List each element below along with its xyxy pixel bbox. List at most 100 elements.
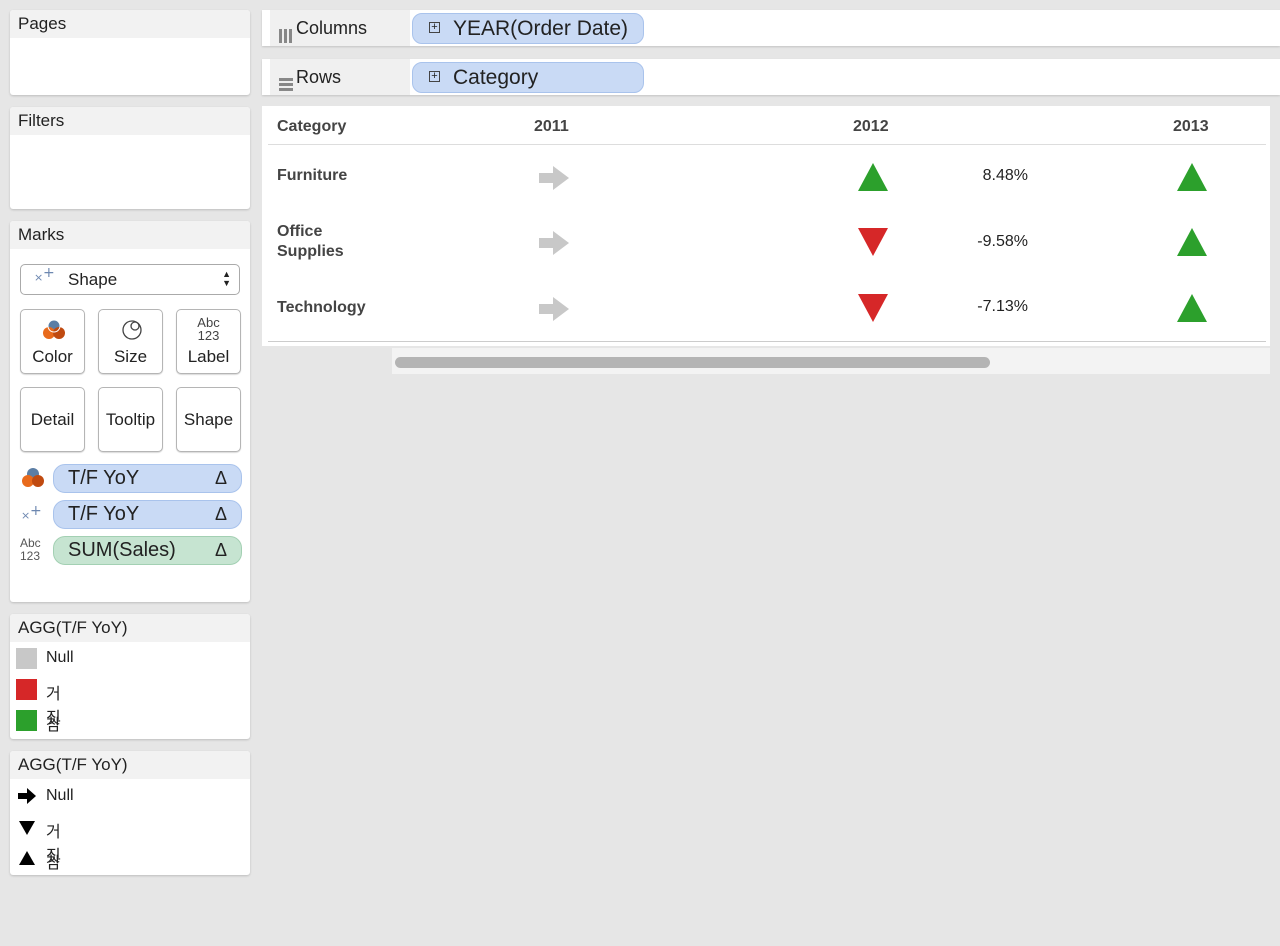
columns-icon — [278, 20, 292, 43]
label-icon-text-bottom: 123 — [197, 328, 220, 343]
pages-title: Pages — [10, 10, 250, 38]
legend-swatch-null — [16, 648, 37, 669]
horizontal-scrollbar[interactable] — [392, 348, 1270, 374]
color-legend-title: AGG(T/F YoY) — [10, 614, 250, 642]
legend-swatch-true — [16, 710, 37, 731]
pct-furniture-2012: 8.48% — [982, 167, 1028, 184]
color-icon — [41, 318, 67, 347]
label-encoding-icon: Abc 123 — [20, 537, 41, 563]
legend-swatch-false — [16, 679, 37, 700]
header-year-2012: 2012 — [853, 118, 889, 135]
header-category: Category — [277, 118, 347, 135]
rows-icon — [278, 69, 293, 91]
rows-pill-label: Category — [453, 66, 539, 89]
shape-button[interactable]: Shape — [176, 387, 241, 452]
pct-technology-2012: -7.13% — [977, 298, 1028, 315]
mark-technology-2011-arrow-right[interactable] — [538, 296, 570, 327]
detail-button-label: Detail — [30, 410, 75, 429]
mark-technology-2012-triangle-down[interactable] — [857, 293, 889, 328]
label-field-label: SUM(Sales) — [68, 539, 176, 561]
tooltip-button[interactable]: Tooltip — [98, 387, 163, 452]
detail-button[interactable]: Detail — [20, 387, 85, 452]
label-button-label: Label — [187, 347, 230, 366]
filters-card[interactable]: Filters — [10, 107, 250, 209]
row-label-furniture[interactable]: Furniture — [277, 166, 347, 186]
columns-shelf-label: Columns — [270, 10, 410, 46]
header-divider — [268, 144, 1266, 145]
legend-label: Null — [46, 787, 74, 804]
legend-label: 참 — [46, 855, 61, 872]
label-encoding-icon-bottom: 123 — [20, 549, 41, 563]
mark-furniture-2012-triangle-up[interactable] — [857, 162, 889, 197]
color-button[interactable]: Color — [20, 309, 85, 374]
row-label-line: Office — [277, 223, 323, 240]
svg-text:+: + — [30, 503, 42, 519]
rows-shelf-label: Rows — [270, 59, 410, 95]
year-order-date-pill[interactable]: + YEAR(Order Date) — [412, 13, 644, 44]
view-bottom-divider — [268, 341, 1266, 342]
svg-text:+: + — [43, 266, 55, 281]
row-label-office-supplies[interactable]: Office Supplies — [277, 222, 344, 262]
color-legend-card[interactable]: AGG(T/F YoY) Null 거짓 참 — [10, 614, 250, 739]
label-icon: Abc 123 — [177, 316, 240, 342]
svg-text:×: × — [34, 271, 43, 284]
arrow-right-icon — [16, 786, 37, 807]
row-label-technology[interactable]: Technology — [277, 298, 366, 318]
pages-card[interactable]: Pages — [10, 10, 250, 95]
mark-office-2013-triangle-up[interactable] — [1176, 227, 1208, 262]
mark-furniture-2013-triangle-up[interactable] — [1176, 162, 1208, 197]
columns-shelf-name: Columns — [296, 18, 368, 38]
mark-office-2011-arrow-right[interactable] — [538, 230, 570, 261]
triangle-down-icon — [16, 817, 37, 838]
columns-shelf[interactable]: Columns + YEAR(Order Date) — [262, 10, 1280, 46]
shape-legend-title: AGG(T/F YoY) — [10, 751, 250, 779]
shape-legend-card[interactable]: AGG(T/F YoY) Null 거짓 참 — [10, 751, 250, 875]
pct-office-2012: -9.58% — [977, 233, 1028, 250]
row-label-line: Technology — [277, 299, 366, 316]
marks-title: Marks — [10, 221, 250, 249]
color-field-pill[interactable]: T/F YoY Δ — [53, 464, 242, 493]
color-button-label: Color — [32, 347, 73, 366]
color-field-label: T/F YoY — [68, 467, 140, 489]
mark-type-label: Shape — [68, 270, 118, 289]
delta-icon: Δ — [214, 468, 227, 488]
mark-office-2012-triangle-down[interactable] — [857, 227, 889, 262]
viz-view[interactable]: Category 2011 2012 2013 Furniture Office… — [262, 106, 1270, 346]
size-button-label: Size — [113, 347, 148, 366]
rows-shelf-name: Rows — [296, 67, 342, 87]
delta-icon: Δ — [214, 504, 227, 524]
category-pill[interactable]: + Category — [412, 62, 644, 93]
svg-text:×: × — [21, 509, 30, 522]
filters-title: Filters — [10, 107, 250, 135]
legend-label: 참 — [46, 717, 61, 734]
shape-field-label: T/F YoY — [68, 503, 140, 525]
shape-field-pill[interactable]: T/F YoY Δ — [53, 500, 242, 529]
expand-icon[interactable]: + — [429, 71, 440, 82]
header-year-2013: 2013 — [1173, 118, 1209, 135]
label-encoding-icon-top: Abc — [20, 536, 41, 550]
shape-icon: × + — [33, 265, 57, 294]
scrollbar-thumb[interactable] — [395, 357, 990, 368]
header-year-2011: 2011 — [534, 118, 569, 135]
label-button[interactable]: Abc 123 Label — [176, 309, 241, 374]
columns-pill-label: YEAR(Order Date) — [453, 17, 629, 40]
chevron-updown-icon: ▲ ▼ — [222, 269, 231, 288]
mark-type-dropdown[interactable]: × + Shape ▲ ▼ — [20, 264, 240, 295]
label-field-pill[interactable]: SUM(Sales) Δ — [53, 536, 242, 565]
size-button[interactable]: Size — [98, 309, 163, 374]
legend-label: Null — [46, 649, 74, 666]
row-label-line: Supplies — [277, 243, 344, 260]
marks-card: Marks × + Shape ▲ ▼ Color Size Abc 123 L… — [10, 221, 250, 602]
row-label-line: Furniture — [277, 167, 348, 184]
rows-shelf[interactable]: Rows + Category — [262, 59, 1280, 95]
shape-button-label: Shape — [183, 410, 234, 429]
mark-technology-2013-triangle-up[interactable] — [1176, 293, 1208, 328]
size-icon — [120, 318, 144, 347]
expand-icon[interactable]: + — [429, 22, 440, 33]
shape-encoding-icon: × + — [20, 503, 46, 528]
mark-furniture-2011-arrow-right[interactable] — [538, 165, 570, 196]
tooltip-button-label: Tooltip — [105, 410, 156, 429]
triangle-up-icon — [16, 848, 37, 869]
color-encoding-icon — [20, 466, 46, 495]
delta-icon: Δ — [214, 540, 227, 560]
